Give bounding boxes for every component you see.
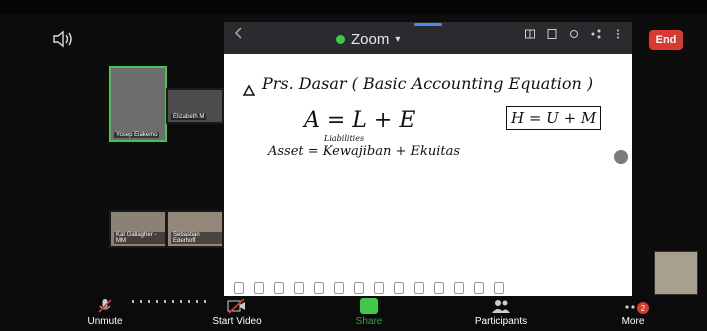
- clear-tool-icon[interactable]: [494, 282, 504, 294]
- annotation-toolbar: [228, 278, 504, 298]
- handwritten-note: Liabilities: [324, 134, 365, 143]
- connection-dot-icon: [336, 35, 345, 44]
- start-video-button[interactable]: Start Video: [182, 298, 292, 327]
- format-tool-icon[interactable]: [454, 282, 464, 294]
- line-tool-icon[interactable]: [334, 282, 344, 294]
- eraser-tool-icon[interactable]: [354, 282, 364, 294]
- select-tool-icon[interactable]: [234, 282, 244, 294]
- whiteboard-canvas[interactable]: Prs. Dasar ( Basic Accounting Equation )…: [224, 54, 632, 276]
- handwritten-equation: Asset = Kewajiban + Ekuitas: [268, 144, 461, 159]
- highlighter-tool-icon[interactable]: [274, 282, 284, 294]
- participants-label: Participants: [474, 316, 528, 327]
- participant-tile[interactable]: Elizabeth M: [166, 88, 224, 124]
- whiteboard-toolbar-top: [524, 28, 624, 40]
- participant-tile[interactable]: Kat Gallagher - MM: [109, 210, 167, 248]
- start-video-label: Start Video: [212, 316, 262, 327]
- shape-tool-icon[interactable]: [314, 282, 324, 294]
- whiteboard-window: Zoom ▾ Prs. Dasar ( Basic Accounting Equ…: [224, 22, 632, 302]
- mic-muted-icon: [98, 299, 112, 313]
- whiteboard-titlebar: Zoom ▾: [224, 22, 632, 54]
- participants-icon: [492, 300, 510, 313]
- zoom-title-dropdown[interactable]: Zoom ▾: [336, 31, 400, 48]
- marker-tool-icon[interactable]: [294, 282, 304, 294]
- share-label: Share: [355, 316, 383, 327]
- book-icon[interactable]: [524, 28, 536, 40]
- stamp-tool-icon[interactable]: [434, 282, 444, 294]
- link-icon[interactable]: [568, 28, 580, 40]
- boxed-equation: H = U + M: [506, 106, 602, 130]
- pen-tool-icon[interactable]: [254, 282, 264, 294]
- app-title: Zoom: [351, 31, 390, 48]
- edit-pencil-icon[interactable]: [614, 150, 628, 164]
- more-label: More: [621, 316, 645, 327]
- drag-handle[interactable]: [414, 23, 442, 26]
- share-button[interactable]: Share: [314, 298, 424, 327]
- participant-name: Yosep Eiakemo: [114, 132, 160, 138]
- participants-button[interactable]: Participants: [446, 298, 556, 327]
- save-icon[interactable]: [546, 28, 558, 40]
- speaker-icon[interactable]: [52, 30, 74, 48]
- participant-tile[interactable]: Yosep Eiakemo: [109, 66, 167, 142]
- self-view-video[interactable]: [654, 251, 698, 295]
- share-screen-icon: [360, 298, 378, 314]
- video-off-icon: [227, 298, 245, 314]
- triangle-mark-icon: [242, 84, 256, 96]
- participant-name: Kat Gallagher - MM: [114, 232, 165, 244]
- undo-icon[interactable]: [374, 282, 384, 294]
- more-vertical-icon[interactable]: [612, 28, 624, 40]
- participant-tile[interactable]: Sebastian Ederhoff: [166, 210, 224, 248]
- handwritten-equation: A = L + E: [304, 108, 416, 133]
- share-icon[interactable]: [590, 28, 602, 40]
- unmute-button[interactable]: Unmute: [50, 298, 160, 327]
- more-button[interactable]: More: [578, 298, 688, 327]
- participant-name: Sebastian Ederhoff: [171, 232, 222, 244]
- notification-badge: 2: [637, 302, 649, 314]
- text-tool-icon[interactable]: [414, 282, 424, 294]
- end-meeting-button[interactable]: End: [649, 30, 683, 50]
- chevron-down-icon: ▾: [395, 34, 401, 45]
- lasso-tool-icon[interactable]: [474, 282, 484, 294]
- status-bar: [0, 0, 707, 14]
- meeting-screen: End Yosep Eiakemo Elizabeth M Kat Gallag…: [0, 0, 707, 331]
- unmute-label: Unmute: [87, 316, 123, 327]
- participant-name: Elizabeth M: [171, 114, 207, 120]
- back-arrow-icon[interactable]: [232, 26, 246, 40]
- handwritten-heading: Prs. Dasar ( Basic Accounting Equation ): [262, 74, 594, 93]
- redo-icon[interactable]: [394, 282, 404, 294]
